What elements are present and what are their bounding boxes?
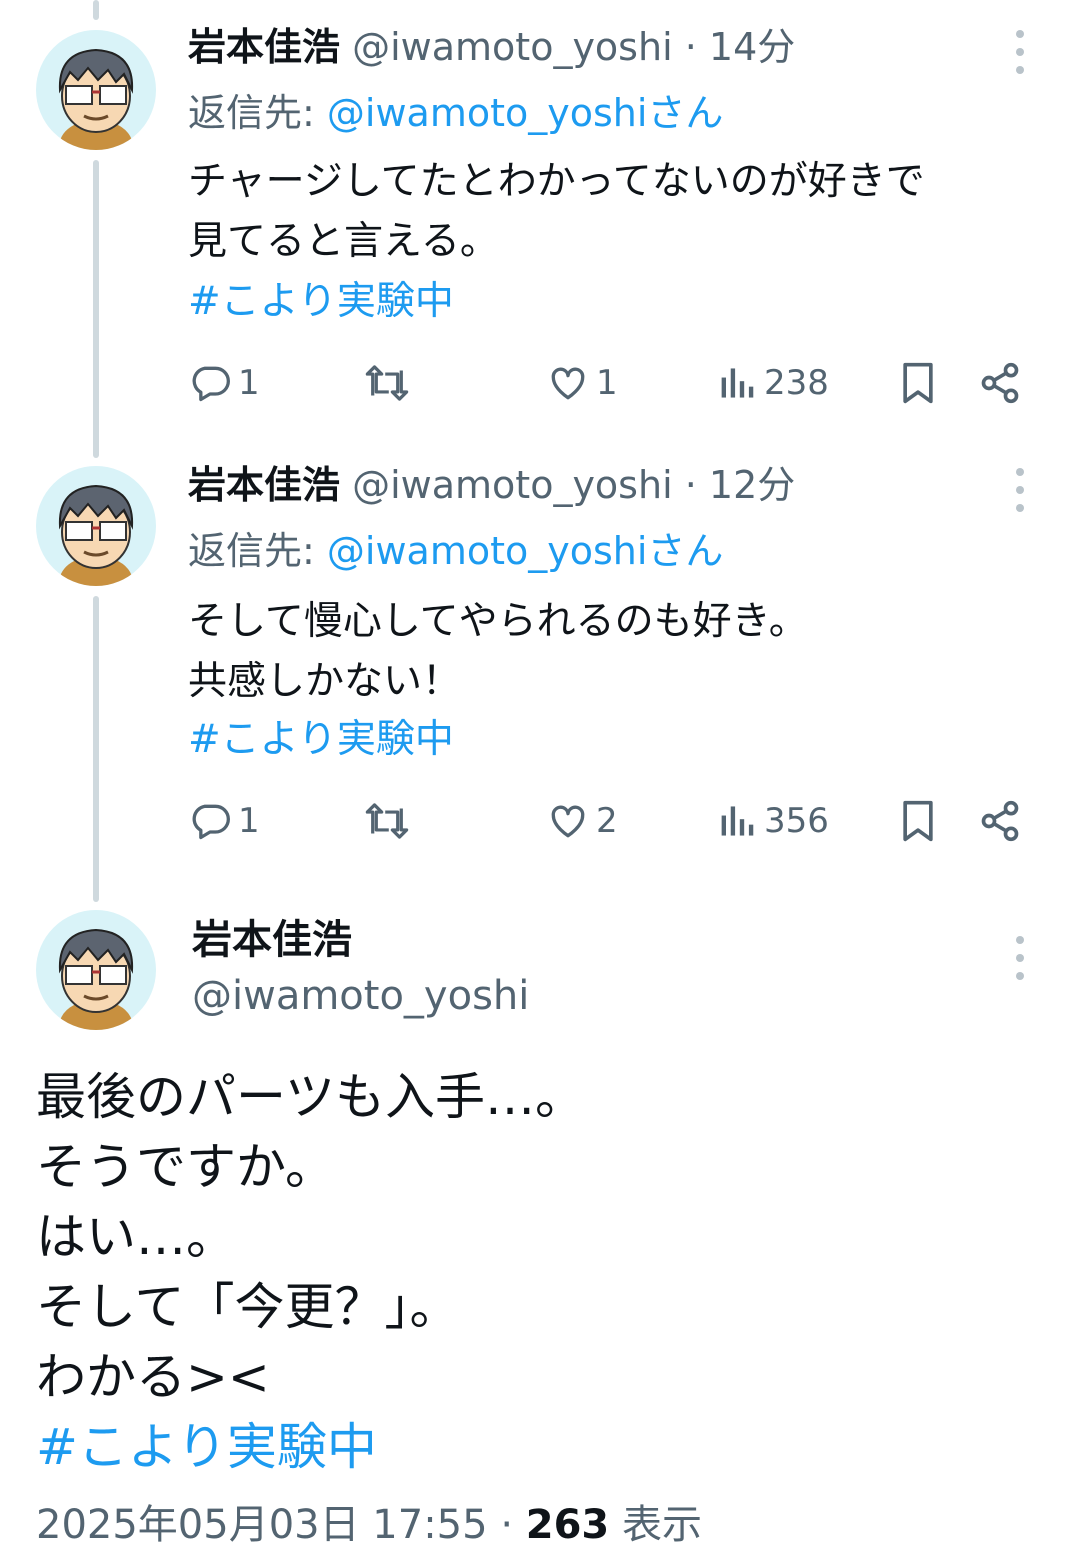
bookmark-button[interactable] [896,796,940,846]
author-handle[interactable]: @iwamoto_yoshi [352,25,673,69]
more-icon[interactable] [1000,30,1040,74]
reply-to: 返信先: @iwamoto_yoshiさん [188,88,723,138]
tweet-actions: 1 1 238 [188,358,1048,408]
share-icon [978,799,1022,843]
tweet-header: 岩本佳浩 @iwamoto_yoshi · 12分 [188,460,795,510]
separator-dot: · [684,25,697,69]
retweet-icon [362,799,412,843]
share-button[interactable] [978,796,1022,846]
more-icon[interactable] [1000,468,1040,512]
tweet-meta: 2025年05月03日 17:55 · 263 表示 [36,1498,702,1552]
reply-button[interactable]: 1 [188,358,260,408]
bookmark-icon [896,797,940,845]
tweet-header: 岩本佳浩 @iwamoto_yoshi · 14分 [188,22,795,72]
author-handle[interactable]: @iwamoto_yoshi [192,970,529,1022]
timestamp[interactable]: 12分 [709,463,795,507]
thread-line [93,0,99,20]
bookmark-icon [896,359,940,407]
separator-dot: · [500,1502,514,1548]
timestamp[interactable]: 14分 [709,25,795,69]
like-button[interactable]: 1 [546,358,618,408]
author-handle[interactable]: @iwamoto_yoshi [352,463,673,507]
tweet-text: そして慢心してやられるのも好き。 共感しかない！ [188,599,808,704]
reply-prefix: 返信先: [188,529,327,573]
more-icon[interactable] [1000,936,1040,980]
author-name[interactable]: 岩本佳浩 [188,25,340,69]
hashtag-link[interactable]: #こより実験中 [188,710,454,770]
reply-prefix: 返信先: [188,91,327,135]
like-button[interactable]: 2 [546,796,618,846]
avatar[interactable] [36,30,156,150]
reply-count: 1 [238,363,260,403]
hashtag-link[interactable]: #こより実験中 [188,272,454,332]
separator-dot: · [684,463,697,507]
thread-line [93,596,99,902]
views-button[interactable]: 356 [718,796,829,846]
reply-mention[interactable]: @iwamoto_yoshiさん [327,529,724,573]
reply-icon [188,361,232,405]
reply-count: 1 [238,801,260,841]
hashtag-link[interactable]: #こより実験中 [36,1412,377,1482]
timestamp[interactable]: 2025年05月03日 17:55 [36,1502,488,1548]
tweet-text: 最後のパーツも入手…。 そうですか。 はい…。 そして「今更？」。 わかる>< [36,1068,585,1406]
reply-to: 返信先: @iwamoto_yoshiさん [188,526,723,576]
retweet-button[interactable] [362,796,418,846]
tweet-text: チャージしてたとわかってないのが好きで 見てると言える。 [188,159,925,264]
like-icon [546,361,590,405]
bookmark-button[interactable] [896,358,940,408]
views-button[interactable]: 238 [718,358,829,408]
views-label: 表示 [621,1502,702,1548]
tweet-actions: 1 2 356 [188,796,1048,846]
thread-line [93,160,99,458]
reply-icon [188,799,232,843]
like-count: 2 [596,801,618,841]
avatar[interactable] [36,466,156,586]
author-name[interactable]: 岩本佳浩 [188,463,340,507]
views-icon [718,799,758,843]
retweet-button[interactable] [362,358,418,408]
views-count: 238 [764,363,829,403]
views-count[interactable]: 263 [526,1502,610,1548]
share-button[interactable] [978,358,1022,408]
like-count: 1 [596,363,618,403]
reply-mention[interactable]: @iwamoto_yoshiさん [327,91,724,135]
like-icon [546,799,590,843]
retweet-icon [362,361,412,405]
views-count: 356 [764,801,829,841]
share-icon [978,361,1022,405]
views-icon [718,361,758,405]
avatar[interactable] [36,910,156,1030]
reply-button[interactable]: 1 [188,796,260,846]
author-name[interactable]: 岩本佳浩 [192,914,352,966]
